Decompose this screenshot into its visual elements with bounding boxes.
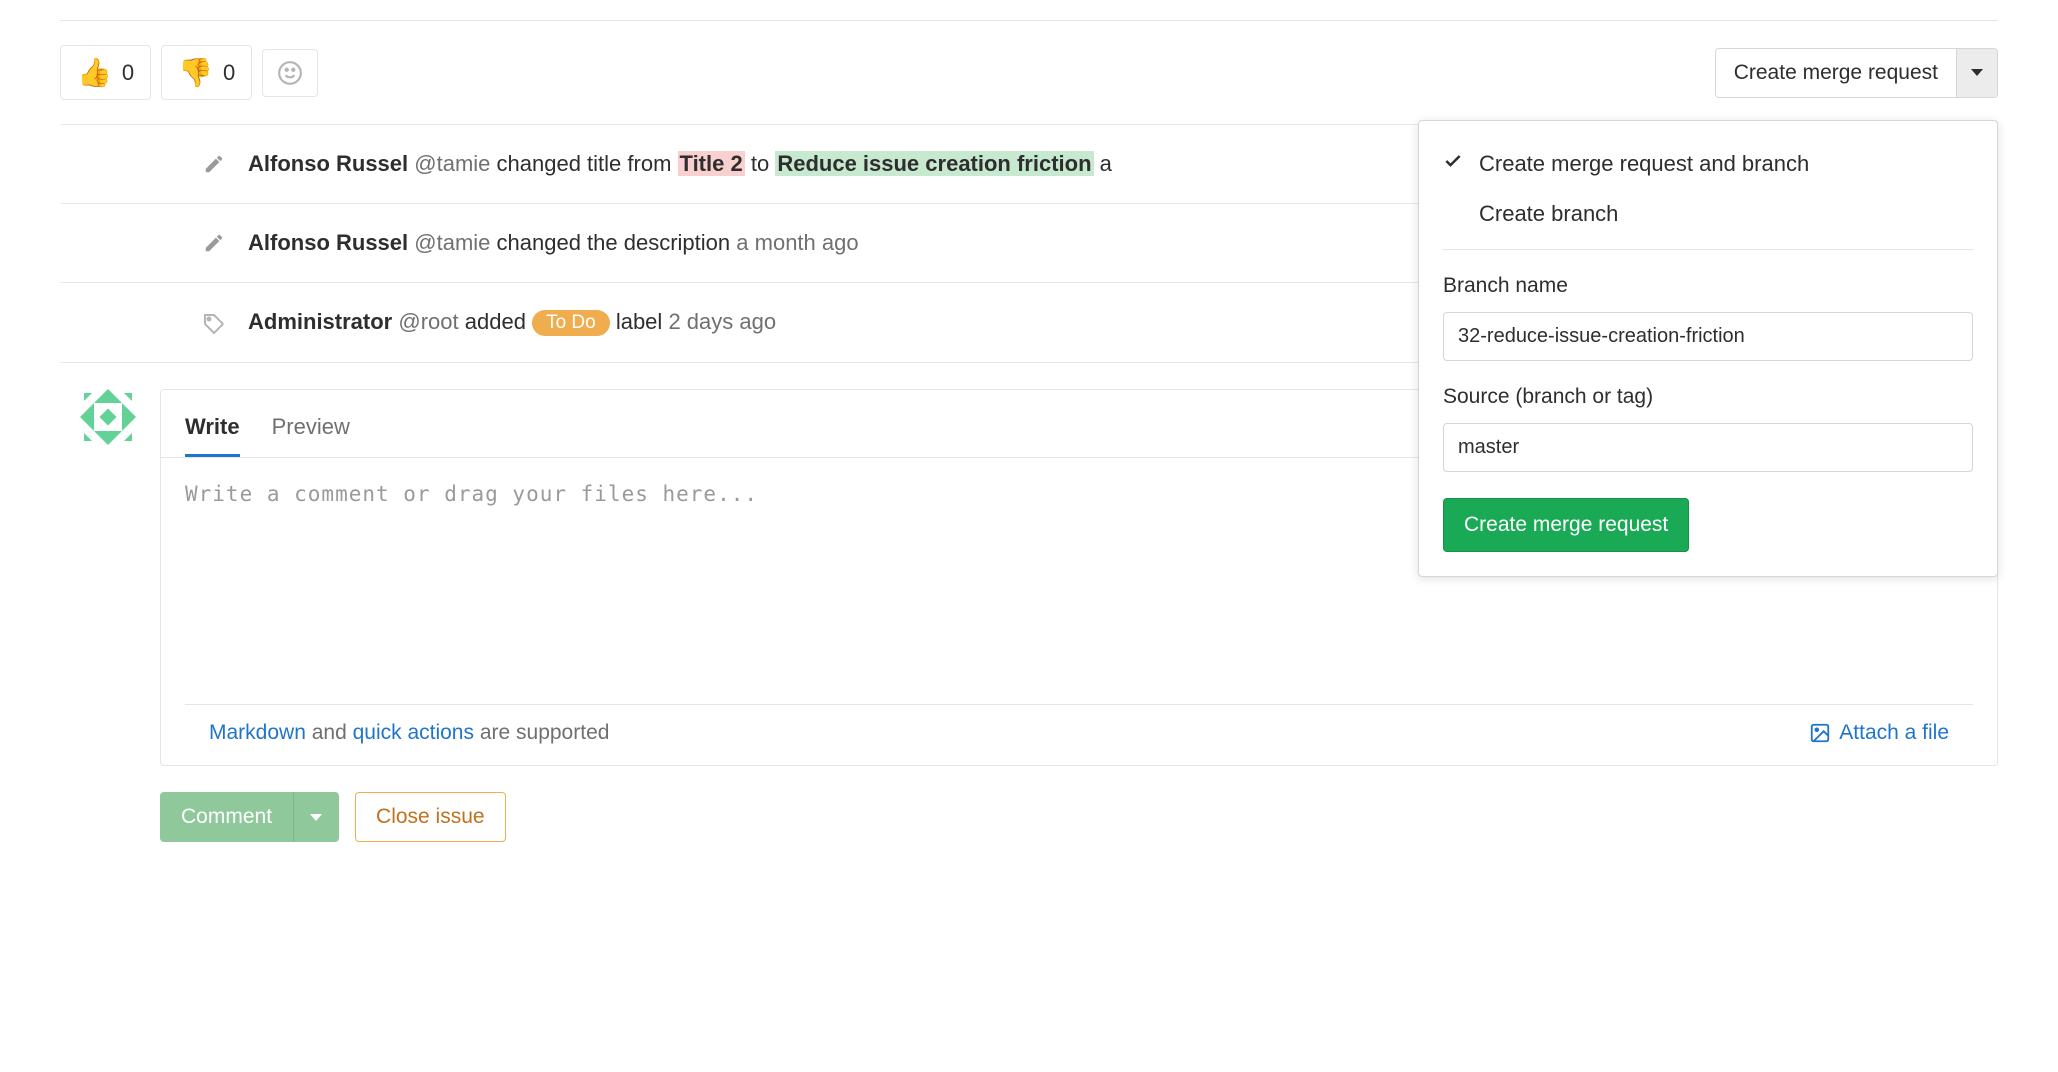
title-new: Reduce issue creation friction bbox=[775, 151, 1093, 176]
activity-handle: @tamie bbox=[414, 151, 490, 176]
markdown-link[interactable]: Markdown bbox=[209, 721, 306, 744]
quick-actions-link[interactable]: quick actions bbox=[353, 721, 474, 744]
comment-dropdown-toggle[interactable] bbox=[293, 792, 339, 842]
reaction-thumbs-up[interactable]: 👍 0 bbox=[60, 45, 151, 100]
image-icon bbox=[1809, 722, 1831, 744]
pencil-icon bbox=[200, 150, 228, 178]
branch-name-input[interactable] bbox=[1443, 312, 1973, 361]
activity-time: 2 days ago bbox=[668, 309, 776, 334]
activity-text: changed the description bbox=[497, 230, 731, 255]
comment-split-button: Comment bbox=[160, 792, 339, 842]
branch-name-label: Branch name bbox=[1419, 266, 1997, 306]
close-issue-button[interactable]: Close issue bbox=[355, 792, 506, 842]
activity-text: a bbox=[1100, 151, 1112, 176]
option-create-branch[interactable]: Create branch bbox=[1419, 189, 1997, 239]
thumbs-down-count: 0 bbox=[223, 60, 235, 86]
create-merge-request-submit[interactable]: Create merge request bbox=[1443, 498, 1689, 552]
create-merge-request-button[interactable]: Create merge request bbox=[1716, 49, 1956, 97]
activity-text: to bbox=[751, 151, 769, 176]
option-create-mr-and-branch[interactable]: Create merge request and branch bbox=[1419, 139, 1997, 189]
activity-text: changed title from bbox=[497, 151, 672, 176]
activity-text: added bbox=[465, 309, 526, 334]
activity-author: Alfonso Russel bbox=[248, 230, 408, 255]
create-merge-request-dropdown: Create merge request and branch Create b… bbox=[1418, 120, 1998, 577]
smile-icon bbox=[277, 60, 303, 86]
activity-author: Alfonso Russel bbox=[248, 151, 408, 176]
activity-author: Administrator bbox=[248, 309, 392, 334]
comment-button[interactable]: Comment bbox=[160, 792, 293, 842]
caret-down-icon bbox=[1971, 69, 1983, 76]
thumbs-up-icon: 👍 bbox=[77, 56, 112, 89]
activity-text: label bbox=[616, 309, 662, 334]
reaction-thumbs-down[interactable]: 👎 0 bbox=[161, 45, 252, 100]
tag-icon bbox=[200, 309, 228, 337]
activity-handle: @root bbox=[398, 309, 458, 334]
title-old: Title 2 bbox=[678, 151, 745, 176]
caret-down-icon bbox=[310, 814, 322, 821]
thumbs-down-icon: 👎 bbox=[178, 56, 213, 89]
activity-time: a month ago bbox=[736, 230, 858, 255]
attach-file-button[interactable]: Attach a file bbox=[1809, 721, 1949, 745]
pencil-icon bbox=[200, 229, 228, 257]
divider bbox=[1443, 249, 1973, 250]
activity-handle: @tamie bbox=[414, 230, 490, 255]
thumbs-up-count: 0 bbox=[122, 60, 134, 86]
create-merge-request-dropdown-toggle[interactable] bbox=[1956, 49, 1997, 97]
source-input[interactable] bbox=[1443, 423, 1973, 472]
add-reaction-button[interactable] bbox=[262, 49, 318, 97]
avatar bbox=[80, 389, 136, 445]
label-badge[interactable]: To Do bbox=[532, 310, 610, 336]
comment-help-text: Markdown and quick actions are supported bbox=[209, 721, 609, 745]
create-merge-request-split-button: Create merge request bbox=[1715, 48, 1998, 98]
tab-write[interactable]: Write bbox=[185, 406, 240, 457]
tab-preview[interactable]: Preview bbox=[272, 406, 350, 457]
source-label: Source (branch or tag) bbox=[1419, 377, 1997, 417]
check-icon bbox=[1443, 151, 1465, 177]
